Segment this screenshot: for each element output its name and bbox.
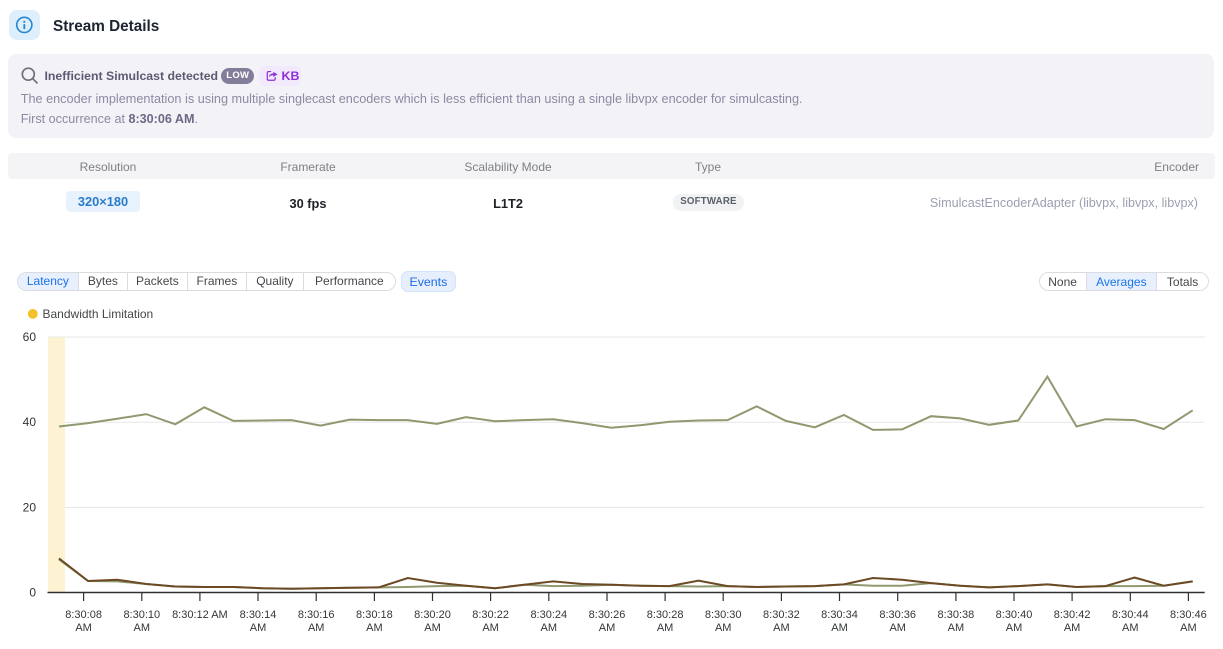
svg-text:AM: AM bbox=[308, 622, 325, 634]
svg-text:8:30:22: 8:30:22 bbox=[472, 609, 509, 621]
svg-text:8:30:24: 8:30:24 bbox=[530, 609, 567, 621]
svg-text:8:30:30: 8:30:30 bbox=[705, 609, 742, 621]
svg-text:8:30:12 AM: 8:30:12 AM bbox=[172, 609, 228, 621]
svg-text:AM: AM bbox=[1006, 622, 1023, 634]
svg-text:8:30:40: 8:30:40 bbox=[996, 609, 1033, 621]
svg-text:AM: AM bbox=[250, 622, 267, 634]
svg-text:AM: AM bbox=[715, 622, 732, 634]
svg-text:AM: AM bbox=[482, 622, 499, 634]
svg-text:8:30:32: 8:30:32 bbox=[763, 609, 800, 621]
svg-text:8:30:26: 8:30:26 bbox=[589, 609, 626, 621]
svg-text:8:30:08: 8:30:08 bbox=[65, 609, 102, 621]
svg-text:AM: AM bbox=[889, 622, 906, 634]
svg-text:AM: AM bbox=[541, 622, 558, 634]
svg-text:20: 20 bbox=[23, 500, 37, 514]
svg-text:8:30:34: 8:30:34 bbox=[821, 609, 858, 621]
svg-text:8:30:18: 8:30:18 bbox=[356, 609, 393, 621]
svg-text:40: 40 bbox=[23, 415, 37, 429]
svg-text:AM: AM bbox=[948, 622, 965, 634]
svg-text:8:30:46: 8:30:46 bbox=[1170, 609, 1207, 621]
svg-text:AM: AM bbox=[773, 622, 790, 634]
svg-text:AM: AM bbox=[366, 622, 383, 634]
svg-text:AM: AM bbox=[1180, 622, 1197, 634]
svg-text:AM: AM bbox=[831, 622, 848, 634]
svg-text:8:30:36: 8:30:36 bbox=[879, 609, 916, 621]
svg-text:8:30:10: 8:30:10 bbox=[123, 609, 160, 621]
svg-text:60: 60 bbox=[23, 330, 37, 344]
svg-text:AM: AM bbox=[424, 622, 441, 634]
svg-text:AM: AM bbox=[75, 622, 92, 634]
svg-text:8:30:28: 8:30:28 bbox=[647, 609, 684, 621]
svg-text:AM: AM bbox=[1064, 622, 1081, 634]
svg-text:8:30:16: 8:30:16 bbox=[298, 609, 335, 621]
svg-text:8:30:38: 8:30:38 bbox=[938, 609, 975, 621]
svg-text:AM: AM bbox=[1122, 622, 1139, 634]
svg-text:Bandwidth Limitation: Bandwidth Limitation bbox=[43, 307, 154, 321]
svg-text:AM: AM bbox=[599, 622, 616, 634]
svg-text:8:30:20: 8:30:20 bbox=[414, 609, 451, 621]
svg-text:AM: AM bbox=[657, 622, 674, 634]
svg-text:0: 0 bbox=[29, 586, 36, 600]
svg-text:8:30:42: 8:30:42 bbox=[1054, 609, 1091, 621]
svg-text:8:30:44: 8:30:44 bbox=[1112, 609, 1149, 621]
svg-text:AM: AM bbox=[134, 622, 151, 634]
svg-text:8:30:14: 8:30:14 bbox=[240, 609, 277, 621]
